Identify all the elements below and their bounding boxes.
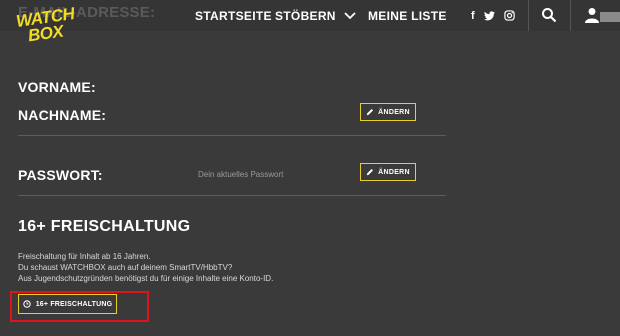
nav-stobern-label: STÖBERN	[275, 8, 336, 23]
edit-name-button[interactable]: ÄNDERN	[360, 103, 416, 121]
nav-stobern[interactable]: STÖBERN	[275, 0, 356, 31]
user-icon[interactable]	[585, 7, 599, 23]
edit-password-label: ÄNDERN	[378, 168, 410, 176]
passwort-label: PASSWORT:	[18, 167, 103, 183]
password-hint: Dein aktuelles Passwort	[198, 170, 284, 179]
twitter-icon[interactable]	[483, 10, 495, 21]
pencil-icon	[366, 108, 374, 116]
header-divider	[570, 0, 571, 31]
social-links: f	[471, 0, 515, 31]
watchbox-logo[interactable]: WATCH BOX	[15, 4, 76, 48]
user-name-placeholder	[600, 12, 620, 22]
logo-line2: BOX	[26, 21, 65, 46]
section-divider	[18, 195, 446, 196]
age-unlock-description-1: Freischaltung für Inhalt ab 16 Jahren.	[18, 252, 151, 261]
search-icon[interactable]	[541, 7, 557, 23]
vorname-label: VORNAME:	[18, 79, 96, 95]
pencil-icon	[366, 168, 374, 176]
age-unlock-title: 16+ FREISCHALTUNG	[18, 218, 191, 235]
age-unlock-description-2: Du schaust WATCHBOX auch auf deinem Smar…	[18, 263, 233, 272]
nav-meine-liste[interactable]: MEINE LISTE	[368, 0, 447, 31]
highlight-box	[10, 291, 149, 322]
age-unlock-description-3: Aus Jugendschutzgründen benötigst du für…	[18, 274, 274, 283]
instagram-icon[interactable]	[503, 10, 515, 21]
nav-startseite-label: STARTSEITE	[195, 8, 272, 23]
nachname-label: NACHNAME:	[18, 107, 107, 123]
section-divider	[18, 135, 446, 136]
facebook-icon[interactable]: f	[471, 10, 475, 22]
nav-startseite[interactable]: STARTSEITE	[195, 0, 272, 31]
chevron-down-icon	[344, 11, 356, 19]
nav-meine-liste-label: MEINE LISTE	[368, 8, 447, 23]
edit-name-label: ÄNDERN	[378, 108, 410, 116]
edit-password-button[interactable]: ÄNDERN	[360, 163, 416, 181]
header-divider	[528, 0, 529, 31]
